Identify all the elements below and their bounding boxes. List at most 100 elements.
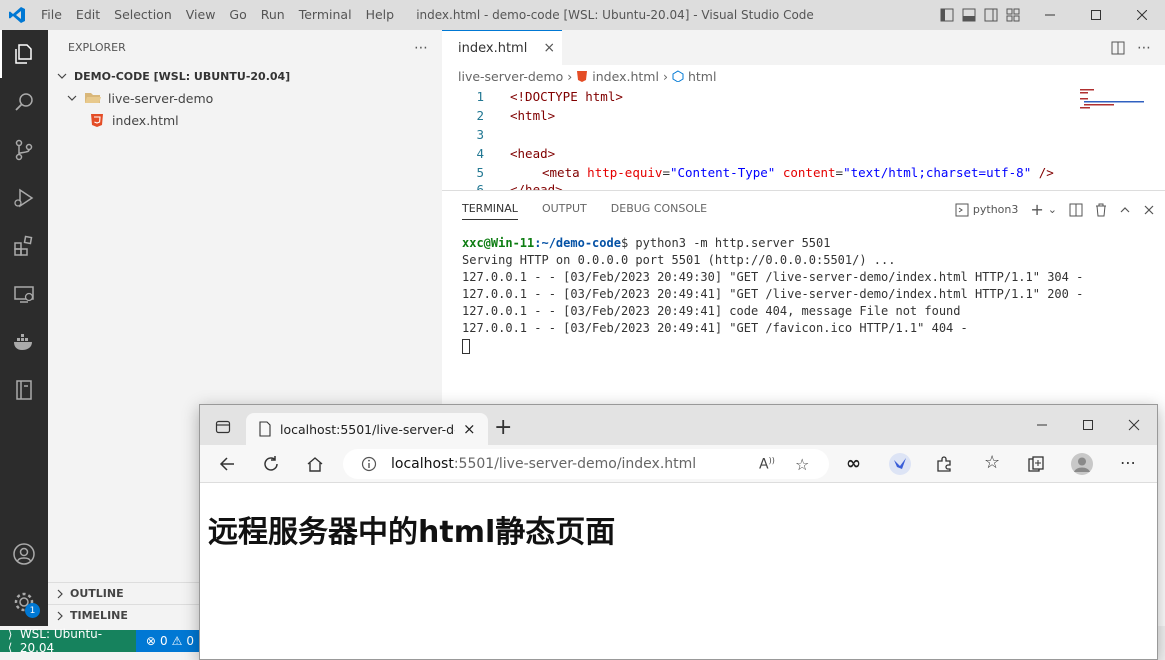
code-text: </head> [510,182,563,190]
workspace-root[interactable]: DEMO-CODE [WSL: UBUNTU-20.04] [48,65,442,87]
minimize-icon[interactable] [1036,419,1048,431]
kill-terminal-trash-icon[interactable] [1095,203,1107,217]
web-page-content: 远程服务器中的html静态页面 [200,483,1157,575]
close-icon[interactable] [1119,0,1165,30]
tab-actions-icon[interactable] [215,419,231,435]
folder-open-icon [85,93,101,103]
toggle-panel-icon[interactable] [962,8,976,22]
maximize-panel-icon[interactable] [1119,204,1131,216]
site-info-icon[interactable] [361,456,377,472]
menu-bar: File Edit Selection View Go Run Terminal… [34,0,401,30]
accounts-icon[interactable] [0,530,48,578]
breadcrumb-folder[interactable]: live-server-demo [458,69,563,84]
refresh-icon[interactable] [262,455,280,473]
close-panel-icon[interactable] [1143,204,1155,216]
close-tab-icon[interactable]: × [543,40,555,56]
tree-folder[interactable]: live-server-demo [48,87,442,109]
folder-label: live-server-demo [108,90,214,106]
chevron-right-icon [57,589,63,598]
editor-tab-index-html[interactable]: index.html × [442,30,562,65]
editor-area: index.html × ⋯ live-server-demo › index.… [442,30,1165,190]
split-editor-icon[interactable] [1111,41,1125,55]
profile-avatar-icon[interactable] [1071,453,1093,475]
chevron-right-icon [57,611,63,620]
remote-explorer-icon[interactable] [0,270,48,318]
notebook-icon[interactable] [0,366,48,414]
editor-tabs: index.html × ⋯ [442,30,1165,65]
menu-go[interactable]: Go [222,0,253,30]
code-line: 5 <meta http-equiv="Content-Type" content… [476,165,1054,180]
address-bar[interactable]: localhost:5501/live-server-demo/index.ht… [343,449,829,479]
chevron-right-icon: › [567,68,573,84]
menu-terminal[interactable]: Terminal [292,0,359,30]
source-control-icon[interactable] [0,126,48,174]
explorer-icon[interactable] [0,30,48,78]
collections-icon[interactable] [1027,455,1045,473]
browser-tab[interactable]: localhost:5501/live-server-demo/index.ht… [246,413,488,445]
url-host: localhost [391,456,454,472]
add-favorite-icon[interactable]: ☆ [795,455,809,474]
terminal-shell-label[interactable]: python3 [973,203,1018,216]
code-line: 2 <html> [476,108,556,123]
customize-layout-icon[interactable] [1006,8,1020,22]
split-terminal-icon[interactable] [1069,203,1083,217]
maximize-icon[interactable] [1082,419,1094,431]
editor-tools: ⋯ [1111,40,1151,56]
outline-label: OUTLINE [70,587,124,600]
extension-infinity-icon[interactable]: ∞ [846,453,861,474]
read-aloud-icon[interactable]: A)) [759,456,775,473]
chevron-down-icon[interactable]: ⌄ [1048,203,1057,216]
docker-icon[interactable] [0,318,48,366]
run-debug-icon[interactable] [0,174,48,222]
editor-more-icon[interactable]: ⋯ [1137,40,1151,56]
menu-selection[interactable]: Selection [107,0,179,30]
manage-gear-icon[interactable]: 1 [0,578,48,626]
code-text: <html> [510,108,556,123]
code-editor[interactable]: 1 <!DOCTYPE html> 2 <html> 3 4 <head> 5 <met… [442,87,1165,190]
breadcrumb-file[interactable]: index.html [592,69,659,84]
breadcrumb-symbol[interactable]: html [688,69,716,84]
terminal-cursor [462,339,470,354]
menu-run[interactable]: Run [254,0,292,30]
activity-bar: 1 [0,30,48,626]
close-tab-icon[interactable]: × [463,420,476,438]
window-controls [1027,0,1165,30]
html-file-icon [577,71,588,82]
file-label: index.html [112,112,179,128]
back-icon[interactable] [218,455,236,473]
tab-terminal[interactable]: TERMINAL [462,197,518,220]
favorites-icon[interactable]: ☆ [984,452,1000,473]
tree-file[interactable]: index.html [48,109,442,131]
layout-controls [940,8,1020,22]
new-tab-icon[interactable]: + [494,415,512,440]
minimap[interactable] [1078,87,1158,190]
search-icon[interactable] [0,78,48,126]
extension-bird-icon[interactable] [888,452,912,476]
menu-file[interactable]: File [34,0,69,30]
tab-output[interactable]: OUTPUT [542,202,587,215]
code-line: 6 </head> [442,182,1165,190]
extensions-icon[interactable] [0,222,48,270]
problems-indicator[interactable]: ⊗ 0 ⚠ 0 [135,630,200,652]
explorer-header: EXPLORER ⋯ [48,30,442,65]
remote-indicator[interactable]: ⟩⟨ WSL: Ubuntu-20.04 [0,627,136,655]
minimize-icon[interactable] [1027,0,1073,30]
tab-debug-console[interactable]: DEBUG CONSOLE [611,202,707,215]
extensions-puzzle-icon[interactable] [935,455,953,473]
panel-tools: python3 + ⌄ [955,200,1155,219]
terminal-output[interactable]: xxc@Win-11:~/demo-code$ python3 -m http.… [442,226,1165,354]
toggle-secondary-sidebar-icon[interactable] [984,8,998,22]
maximize-icon[interactable] [1073,0,1119,30]
menu-view[interactable]: View [179,0,223,30]
url-path: :5501/live-server-demo/index.html [453,456,697,472]
toggle-primary-sidebar-icon[interactable] [940,8,954,22]
new-terminal-icon[interactable]: + [1030,200,1043,219]
more-actions-icon[interactable]: ⋯ [414,40,428,56]
panel-tabs: TERMINAL OUTPUT DEBUG CONSOLE python3 + … [442,191,1165,226]
browser-menu-icon[interactable]: ⋯ [1120,453,1136,472]
close-window-icon[interactable] [1128,419,1140,431]
browser-tab-title: localhost:5501/live-server-demo/index.ht… [280,421,455,437]
url-text: localhost:5501/live-server-demo/index.ht… [391,456,696,472]
home-icon[interactable] [306,455,324,473]
menu-edit[interactable]: Edit [69,0,107,30]
